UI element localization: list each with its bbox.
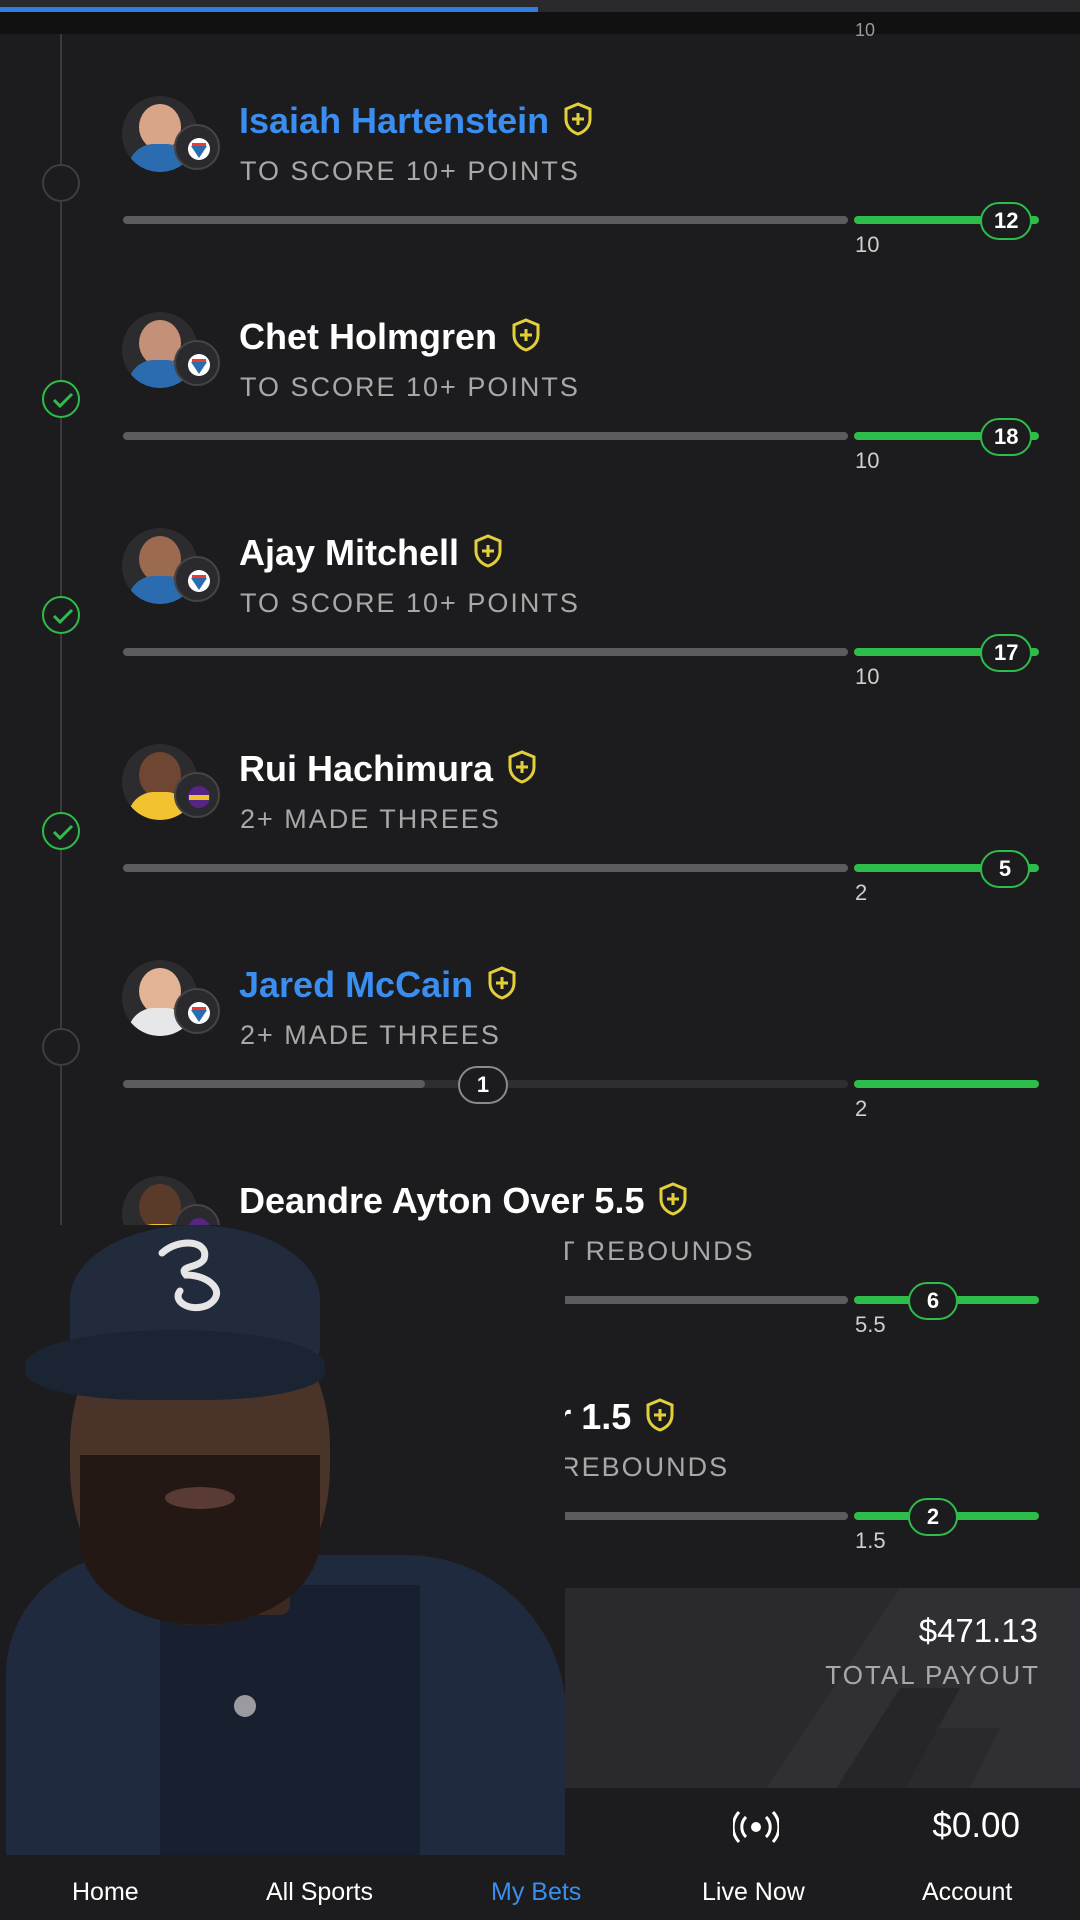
current-stat-pill: 12 — [980, 202, 1033, 240]
boost-shield-icon — [474, 534, 502, 569]
leg-status-won — [42, 380, 80, 418]
progress-track-fill — [123, 1080, 425, 1088]
boost-shield-icon — [488, 966, 516, 1001]
current-stat-pill: 1 — [458, 1066, 508, 1104]
webcam-overlay — [0, 1225, 565, 1855]
top-cut-off-row: 10 — [0, 12, 1080, 40]
team-logo-icon — [188, 1002, 210, 1024]
checkmark-icon — [52, 824, 74, 840]
team-logo — [174, 124, 220, 170]
market-label: TO SCORE 10+ POINTS — [240, 372, 580, 402]
webcam-mouth — [165, 1487, 235, 1509]
leg-status-pending — [42, 1028, 80, 1066]
market-label: TO SCORE 10+ POINTS — [240, 156, 580, 186]
webcam-shirt-front — [160, 1585, 420, 1855]
boost-shield-icon — [659, 1182, 687, 1217]
player-name[interactable]: Ajay Mitchell — [239, 532, 503, 574]
current-stat-pill: 5 — [980, 850, 1030, 888]
progress-track — [123, 432, 848, 440]
leg-row[interactable]: Ajay Mitchell TO SCORE 10+ POINTS 17 10 — [0, 526, 1080, 742]
tab-home[interactable]: Home — [72, 1878, 139, 1907]
line-value: 2 — [855, 880, 868, 905]
market-label: 2+ MADE THREES — [240, 1020, 501, 1050]
line-value: 10 — [855, 448, 880, 473]
player-name-text: Deandre Ayton Over 5.5 — [239, 1180, 645, 1221]
player-name-text: Isaiah Hartenstein — [239, 100, 550, 141]
line-value: 2 — [855, 1096, 868, 1121]
team-logo-icon — [188, 354, 210, 376]
webcam-cap-brim — [25, 1330, 325, 1400]
progress-bar-over-line — [854, 1080, 1039, 1088]
progress-track — [123, 216, 848, 224]
team-logo — [174, 340, 220, 386]
team-logo — [174, 988, 220, 1034]
total-payout-amount: $471.13 — [918, 1612, 1038, 1649]
team-logo — [174, 556, 220, 602]
leg-status-won — [42, 812, 80, 850]
player-name-text: Ajay Mitchell — [239, 532, 460, 573]
leg-status-won — [42, 596, 80, 634]
checkmark-icon — [52, 392, 74, 408]
current-stat-pill: 2 — [908, 1498, 958, 1536]
player-name-text: Rui Hachimura — [239, 748, 494, 789]
player-name[interactable]: Jared McCain — [239, 964, 517, 1006]
boost-shield-icon — [512, 318, 540, 353]
tab-account[interactable]: Account — [922, 1878, 1012, 1907]
boost-shield-icon — [508, 750, 536, 785]
cut-off-line-label: 10 — [855, 20, 876, 40]
line-value: 1.5 — [855, 1528, 886, 1553]
current-stat-pill: 6 — [908, 1282, 958, 1320]
cap-logo-icon — [158, 1239, 220, 1312]
current-stat-pill: 18 — [980, 418, 1033, 456]
player-name-text: Chet Holmgren — [239, 316, 498, 357]
team-logo-icon — [188, 138, 210, 160]
player-name[interactable]: Rui Hachimura — [239, 748, 537, 790]
player-name[interactable]: Deandre Ayton Over 5.5 — [239, 1180, 688, 1222]
progress-track — [123, 648, 848, 656]
player-name-text: Jared McCain — [239, 964, 474, 1005]
line-value: 10 — [855, 664, 880, 689]
player-name[interactable]: Isaiah Hartenstein — [239, 100, 593, 142]
webcam-beard — [80, 1455, 320, 1625]
current-stat-pill: 17 — [980, 634, 1033, 672]
leg-row[interactable]: Rui Hachimura 2+ MADE THREES 5 2 — [0, 742, 1080, 958]
live-now-icon[interactable] — [733, 1810, 779, 1844]
boost-shield-icon — [564, 102, 592, 137]
tab-live-now[interactable]: Live Now — [702, 1878, 805, 1907]
account-balance[interactable]: $0.00 — [932, 1806, 1020, 1846]
team-logo-icon — [188, 786, 210, 808]
team-logo — [174, 772, 220, 818]
checkmark-icon — [52, 608, 74, 624]
market-label: TO SCORE 10+ POINTS — [240, 588, 580, 618]
total-payout-label: TOTAL PAYOUT — [825, 1660, 1040, 1690]
line-value: 5.5 — [855, 1312, 886, 1337]
line-value: 10 — [855, 232, 880, 257]
tab-all-sports[interactable]: All Sports — [266, 1878, 373, 1907]
leg-row[interactable]: Chet Holmgren TO SCORE 10+ POINTS 18 10 — [0, 310, 1080, 526]
market-label: 2+ MADE THREES — [240, 804, 501, 834]
progress-track — [123, 864, 848, 872]
team-logo-icon — [188, 570, 210, 592]
leg-row[interactable]: Jared McCain 2+ MADE THREES 1 2 — [0, 958, 1080, 1174]
player-name[interactable]: Chet Holmgren — [239, 316, 541, 358]
webcam-shirt-button — [234, 1695, 256, 1717]
tab-my-bets[interactable]: My Bets — [491, 1878, 581, 1907]
leg-row[interactable]: Isaiah Hartenstein TO SCORE 10+ POINTS 12 1… — [0, 94, 1080, 310]
story-progress-track — [0, 0, 1080, 12]
boost-shield-icon — [646, 1398, 674, 1433]
leg-status-pending — [42, 164, 80, 202]
